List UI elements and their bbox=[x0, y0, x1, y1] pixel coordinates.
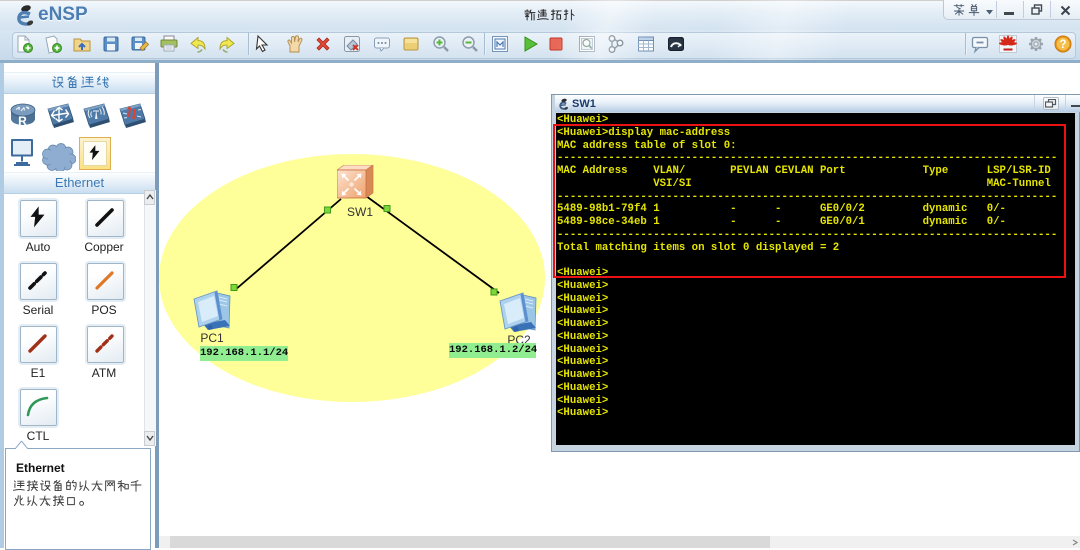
svg-text:R: R bbox=[18, 114, 27, 128]
svg-text:?: ? bbox=[1059, 39, 1066, 51]
